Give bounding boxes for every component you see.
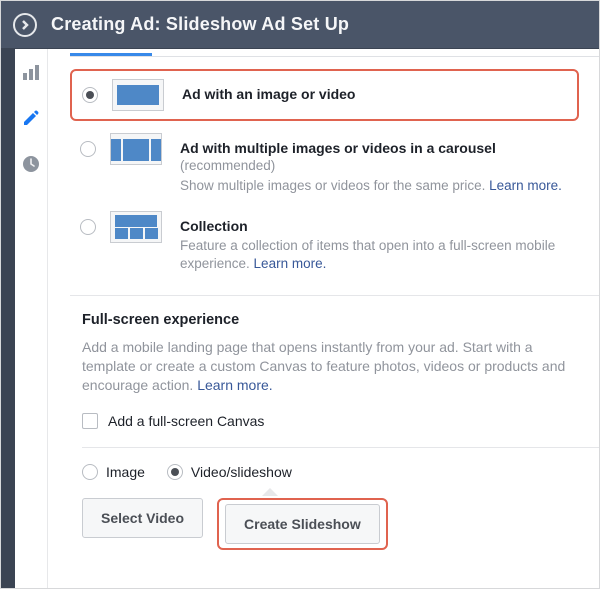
canvas-checkbox-row[interactable]: Add a full-screen Canvas: [82, 413, 579, 429]
format-title-single: Ad with an image or video: [182, 85, 567, 103]
media-type-select: Image Video/slideshow: [48, 464, 599, 480]
format-option-carousel[interactable]: Ad with multiple images or videos in a c…: [70, 125, 579, 203]
format-desc-carousel: Show multiple images or videos for the s…: [180, 177, 569, 195]
sidebar: [1, 49, 47, 588]
clock-icon[interactable]: [15, 141, 47, 187]
format-radio-collection[interactable]: [80, 219, 96, 235]
learn-more-collection[interactable]: Learn more.: [254, 256, 327, 271]
header-bar: Creating Ad: Slideshow Ad Set Up: [1, 1, 599, 49]
sidebar-dark-strip: [1, 49, 15, 588]
select-video-button[interactable]: Select Video: [82, 498, 203, 538]
fullscreen-desc: Add a mobile landing page that opens ins…: [82, 338, 579, 395]
thumb-collection-icon: [110, 211, 162, 243]
pencil-icon[interactable]: [15, 95, 47, 141]
media-label-image: Image: [106, 464, 145, 480]
canvas-checkbox[interactable]: [82, 413, 98, 429]
format-title-carousel: Ad with multiple images or videos in a c…: [180, 139, 569, 157]
media-radio-image-row[interactable]: Image: [82, 464, 145, 480]
thumb-single-icon: [112, 79, 164, 111]
format-option-single[interactable]: Ad with an image or video: [70, 69, 579, 121]
learn-more-carousel[interactable]: Learn more.: [489, 178, 562, 193]
bar-chart-icon[interactable]: [15, 49, 47, 95]
content: Ad with an image or video Ad with multip…: [47, 49, 599, 588]
format-radio-single[interactable]: [82, 87, 98, 103]
format-option-list: Ad with an image or video Ad with multip…: [48, 57, 599, 281]
expand-arrow-icon[interactable]: [13, 13, 37, 37]
button-row: Select Video Create Slideshow: [48, 498, 599, 550]
divider: [82, 447, 599, 448]
thumb-carousel-icon: [110, 133, 162, 165]
page-title: Creating Ad: Slideshow Ad Set Up: [51, 14, 349, 35]
create-slideshow-button[interactable]: Create Slideshow: [225, 504, 380, 544]
canvas-checkbox-label: Add a full-screen Canvas: [108, 413, 264, 429]
body: Ad with an image or video Ad with multip…: [1, 49, 599, 588]
media-radio-video-row[interactable]: Video/slideshow: [167, 464, 292, 480]
format-radio-carousel[interactable]: [80, 141, 96, 157]
learn-more-fullscreen[interactable]: Learn more.: [197, 377, 272, 393]
format-recommended: (recommended): [180, 157, 569, 175]
create-slideshow-highlight: Create Slideshow: [217, 498, 388, 550]
media-label-video: Video/slideshow: [191, 464, 292, 480]
divider: [70, 295, 599, 296]
fullscreen-section: Full-screen experience Add a mobile land…: [48, 312, 599, 429]
format-option-collection[interactable]: Collection Feature a collection of items…: [70, 203, 579, 281]
pointer-caret-icon: [262, 488, 278, 496]
format-title-collection: Collection: [180, 217, 569, 235]
media-radio-video[interactable]: [167, 464, 183, 480]
fullscreen-title: Full-screen experience: [82, 312, 579, 328]
format-desc-collection: Feature a collection of items that open …: [180, 237, 569, 273]
media-radio-image[interactable]: [82, 464, 98, 480]
window: Creating Ad: Slideshow Ad Set Up: [0, 0, 600, 589]
